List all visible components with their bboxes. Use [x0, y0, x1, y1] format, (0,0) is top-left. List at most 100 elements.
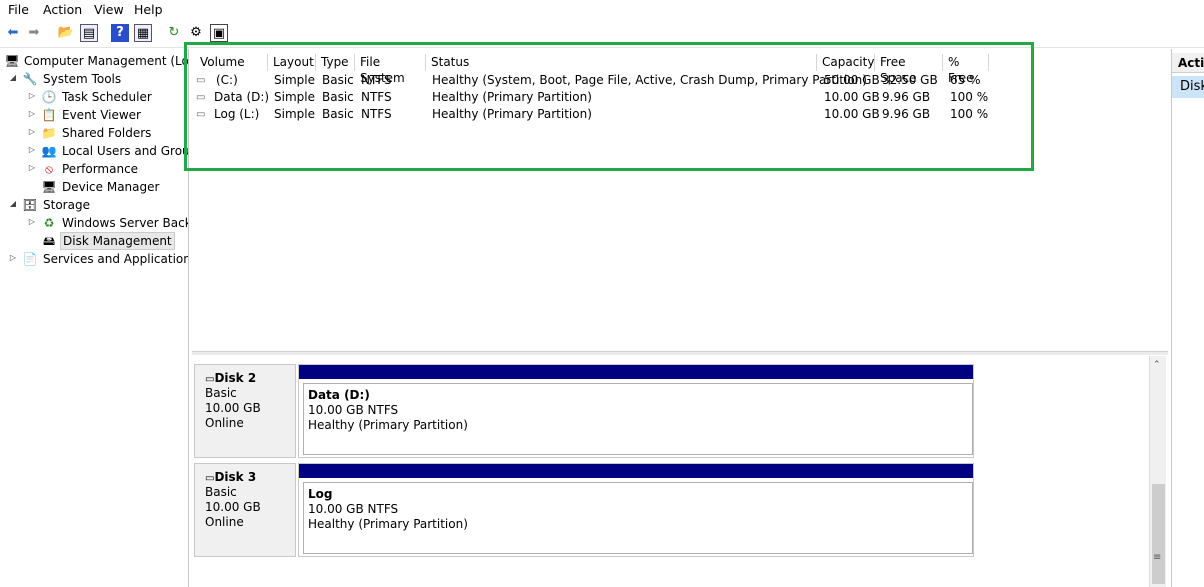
- partition-size: 10.00 GB NTFS: [308, 403, 399, 417]
- storage-icon: 🗄: [22, 198, 38, 212]
- volume-free: 9.96 GB: [882, 90, 931, 104]
- tree-windows-server-backup[interactable]: Windows Server Backup: [62, 214, 188, 232]
- tree-disk-management[interactable]: Disk Management: [60, 232, 175, 250]
- tree-storage[interactable]: Storage: [43, 196, 90, 214]
- back-arrow-icon[interactable]: ⬅: [4, 24, 22, 42]
- rescan-icon[interactable]: ⚙: [187, 24, 205, 42]
- refresh-icon[interactable]: ↻: [165, 24, 183, 42]
- col-capacity[interactable]: Capacity: [818, 54, 875, 71]
- disk-state: Online: [205, 416, 244, 430]
- col-free-space[interactable]: Free Space: [876, 54, 943, 85]
- volume-capacity: 10.00 GB: [824, 107, 880, 121]
- partition-block[interactable]: Data (D:) 10.00 GB NTFS Healthy (Primary…: [298, 364, 974, 458]
- forward-arrow-icon[interactable]: ➡: [25, 24, 43, 42]
- up-folder-icon[interactable]: 📂: [57, 24, 75, 42]
- menu-bar: File Action View Help: [0, 0, 1204, 21]
- volume-status: Healthy (Primary Partition): [432, 107, 592, 121]
- expanded-arrow-icon[interactable]: ◢: [8, 73, 18, 82]
- expanded-arrow-icon[interactable]: ◢: [8, 199, 18, 208]
- tree-system-tools[interactable]: System Tools: [43, 70, 121, 88]
- collapsed-arrow-icon[interactable]: ▷: [27, 91, 37, 100]
- disk-info-panel[interactable]: ▭Disk 2 Basic 10.00 GB Online: [194, 364, 296, 458]
- volume-fs: NTFS: [361, 90, 392, 104]
- volume-capacity: 50.00 GB: [824, 73, 880, 87]
- collapsed-arrow-icon[interactable]: ▷: [27, 109, 37, 118]
- clock-icon: 🕒: [41, 90, 57, 104]
- tree-services-applications[interactable]: Services and Applications: [43, 250, 188, 268]
- services-icon: 📄: [22, 252, 38, 266]
- volume-capacity: 10.00 GB: [824, 90, 880, 104]
- disk-type: Basic: [205, 386, 237, 400]
- col-status[interactable]: Status: [427, 54, 817, 71]
- tree-computer-management[interactable]: Computer Management (Local: [24, 52, 188, 70]
- tree-performance[interactable]: Performance: [62, 160, 138, 178]
- disk-management-icon: 🖴: [42, 234, 56, 248]
- pane-splitter[interactable]: [192, 351, 1168, 355]
- partition-status: Healthy (Primary Partition): [308, 517, 468, 531]
- volume-status: Healthy (System, Boot, Page File, Active…: [432, 73, 867, 87]
- collapsed-arrow-icon[interactable]: ▷: [27, 145, 37, 154]
- col-file-system[interactable]: File System: [356, 54, 426, 85]
- col-volume[interactable]: Volume: [196, 54, 268, 71]
- tree-shared-folders[interactable]: Shared Folders: [62, 124, 151, 142]
- partition-status: Healthy (Primary Partition): [308, 418, 468, 432]
- col-percent-free[interactable]: % Free: [944, 54, 989, 85]
- actions-pane: Actio Disk: [1171, 49, 1204, 587]
- menu-file[interactable]: File: [8, 2, 29, 17]
- disk-name-label: Disk 2: [214, 371, 257, 385]
- drive-icon: ▭: [196, 75, 206, 86]
- disk-name: ▭Disk 3: [205, 470, 256, 484]
- volume-layout: Simple: [274, 90, 315, 104]
- collapsed-arrow-icon[interactable]: ▷: [27, 217, 37, 226]
- backup-icon: ♻: [43, 216, 55, 230]
- volume-name[interactable]: (C:): [216, 72, 238, 89]
- menu-action[interactable]: Action: [43, 2, 82, 17]
- disk-state: Online: [205, 515, 244, 529]
- scroll-grip-icon: ≡: [1153, 552, 1162, 563]
- scroll-thumb[interactable]: [1152, 484, 1165, 584]
- disk-size: 10.00 GB: [205, 401, 261, 415]
- tools-icon: 🔧: [22, 72, 38, 86]
- shared-folder-icon: 📁: [41, 126, 57, 140]
- collapsed-arrow-icon[interactable]: ▷: [27, 163, 37, 172]
- volume-pct-free: 100 %: [950, 107, 989, 121]
- collapsed-arrow-icon[interactable]: ▷: [27, 127, 37, 136]
- toolbar: ⬅ ➡ 📂 ▤ ? ▦ ↻ ⚙ ▣: [0, 21, 1204, 48]
- volume-name[interactable]: Log (L:): [214, 106, 259, 123]
- tree-device-manager[interactable]: Device Manager: [62, 178, 159, 196]
- collapsed-arrow-icon[interactable]: ▷: [8, 253, 18, 262]
- volume-fs: NTFS: [361, 73, 392, 87]
- partition-bar: [299, 464, 973, 478]
- col-type[interactable]: Type: [317, 54, 355, 71]
- disk-graphical-view: ▭Disk 2 Basic 10.00 GB Online Data (D:) …: [192, 356, 1148, 587]
- volume-free: 32.50 GB: [882, 73, 938, 87]
- partition-block[interactable]: Log 10.00 GB NTFS Healthy (Primary Parti…: [298, 463, 974, 557]
- menu-view[interactable]: View: [94, 2, 124, 17]
- disk-icon[interactable]: ▣: [210, 24, 228, 42]
- col-layout[interactable]: Layout: [269, 54, 316, 71]
- drive-icon: ▭: [196, 92, 206, 103]
- menu-help[interactable]: Help: [134, 2, 163, 17]
- scroll-up-icon[interactable]: ⌃: [1153, 360, 1161, 370]
- disk-name: ▭Disk 2: [205, 371, 256, 385]
- show-hide-tree-icon[interactable]: ▤: [80, 24, 98, 42]
- help-icon[interactable]: ?: [111, 24, 129, 42]
- device-manager-icon: 🖥: [41, 180, 57, 194]
- computer-icon: 🖥: [4, 54, 20, 68]
- partition-size: 10.00 GB NTFS: [308, 502, 399, 516]
- properties-icon[interactable]: ▦: [134, 24, 152, 42]
- volume-type: Basic: [322, 73, 354, 87]
- tree-event-viewer[interactable]: Event Viewer: [62, 106, 141, 124]
- volume-fs: NTFS: [361, 107, 392, 121]
- volume-status: Healthy (Primary Partition): [432, 90, 592, 104]
- volume-type: Basic: [322, 90, 354, 104]
- volume-layout: Simple: [274, 107, 315, 121]
- disk-size: 10.00 GB: [205, 500, 261, 514]
- event-viewer-icon: 📋: [41, 108, 57, 122]
- actions-disk-management[interactable]: Disk: [1172, 76, 1204, 98]
- volume-name[interactable]: Data (D:): [214, 89, 269, 106]
- tree-task-scheduler[interactable]: Task Scheduler: [62, 88, 152, 106]
- tree-local-users-groups[interactable]: Local Users and Groups: [62, 142, 188, 160]
- vertical-scrollbar[interactable]: ⌃ ≡: [1149, 356, 1166, 587]
- disk-info-panel[interactable]: ▭Disk 3 Basic 10.00 GB Online: [194, 463, 296, 557]
